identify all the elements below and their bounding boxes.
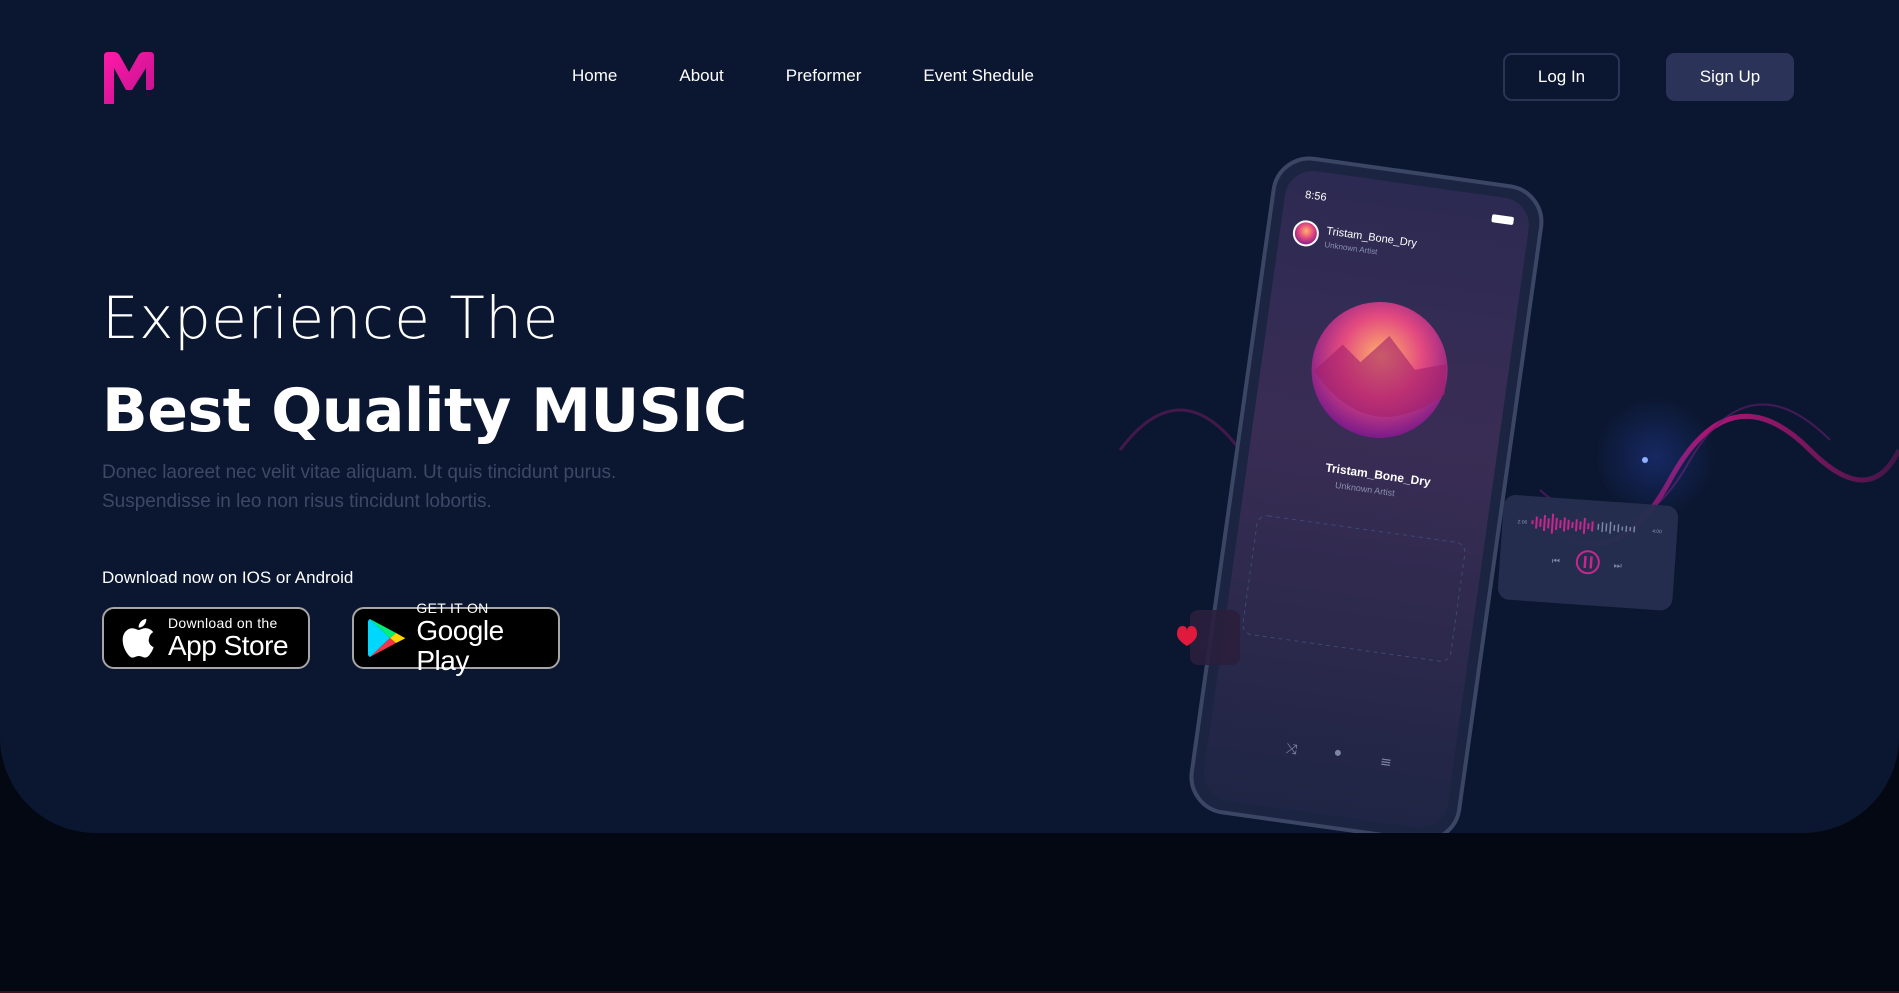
brand-logo[interactable] <box>100 50 158 104</box>
google-play-button[interactable]: GET IT ON Google Play <box>352 600 560 676</box>
hero-headline-line2: Best Quality MUSIC <box>102 376 747 446</box>
favorite-card <box>1190 610 1240 665</box>
google-play-icon <box>366 616 408 660</box>
nav-item-event-shedule[interactable]: Event Shedule <box>923 66 1034 86</box>
phone-device: 8:56 Tristam_Bone_Dry Unknown Artist Tri… <box>1189 156 1544 833</box>
hero-headline-line1: Experience The <box>102 284 559 352</box>
signup-button[interactable]: Sign Up <box>1666 53 1794 101</box>
main-nav: Home About Preformer Event Shedule <box>572 66 1096 86</box>
page-bottom <box>0 833 1899 993</box>
nav-item-about[interactable]: About <box>679 66 723 86</box>
hero-section: Home About Preformer Event Shedule Log I… <box>0 0 1899 833</box>
player-elapsed: 2:06 <box>1517 519 1527 526</box>
appstore-small-text: Download on the <box>168 615 278 631</box>
download-label: Download now on IOS or Android <box>102 568 354 587</box>
google-big-text: Google Play <box>416 615 504 676</box>
hero-subtext: Donec laoreet nec velit vitae aliquam. U… <box>102 462 617 512</box>
app-store-button[interactable]: Download on the App Store <box>102 607 310 669</box>
login-button[interactable]: Log In <box>1503 53 1620 101</box>
player-duration: 4:00 <box>1652 529 1662 536</box>
appstore-big-text: App Store <box>168 630 289 661</box>
nav-item-home[interactable]: Home <box>572 66 617 86</box>
prev-icon: ⏮ <box>1551 557 1560 568</box>
playlist-icon: ≡ <box>1379 754 1393 771</box>
apple-icon <box>116 616 160 660</box>
player-card: 2:06 4:00 ⏮ ⏭ <box>1497 495 1679 611</box>
nav-item-preformer[interactable]: Preformer <box>786 66 862 86</box>
phone-illustration: 8:56 Tristam_Bone_Dry Unknown Artist Tri… <box>1118 156 1899 833</box>
google-small-text: GET IT ON <box>416 600 489 616</box>
next-icon: ⏭ <box>1613 561 1622 572</box>
